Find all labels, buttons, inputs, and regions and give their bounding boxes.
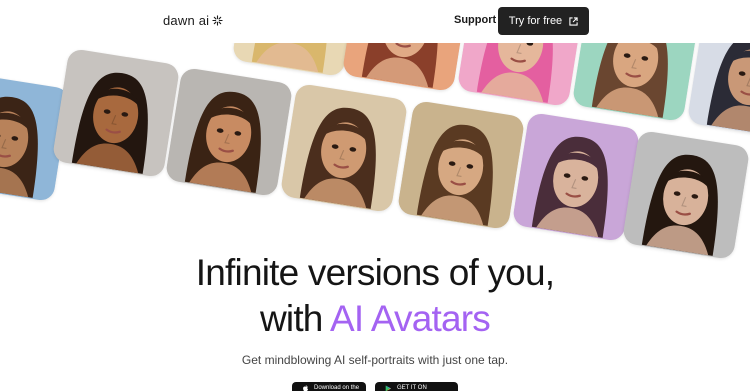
avatar-card [511,111,641,243]
external-link-icon [569,16,578,26]
sparkle-icon [212,15,223,26]
avatar-card [51,47,181,179]
avatar-portrait [511,112,641,242]
avatar-portrait [396,100,526,230]
avatar-portrait [621,130,750,260]
landing-page: dawn ai Support Try for free Infinite ve… [0,0,750,391]
hero-title-accent: AI Avatars [330,298,491,339]
support-link[interactable]: Support [454,14,496,26]
avatar-card [164,66,294,198]
avatar-portrait [279,83,409,213]
app-store-badge[interactable]: Download on the [292,382,366,391]
hero-title-line2: with AI Avatars [0,296,750,342]
avatar-card [396,99,526,231]
hero-title-prefix: with [259,298,331,339]
top-navigation: dawn ai Support Try for free [0,0,750,43]
logo-text: dawn ai [163,13,210,28]
apple-icon [303,385,309,391]
avatar-portrait [164,67,294,197]
try-for-free-button[interactable]: Try for free [498,7,589,35]
avatar-portrait [51,48,181,178]
avatar-card [621,129,750,261]
hero-subtitle: Get mindblowing AI self-portraits with j… [241,353,509,367]
avatar-card [279,82,409,214]
google-play-icon [385,385,392,391]
hero-heading: Infinite versions of you, with AI Avatar… [0,250,750,342]
app-store-text: Download on the [314,385,360,391]
cta-label: Try for free [508,15,563,27]
hero-title-line1: Infinite versions of you, [195,252,555,293]
google-play-text: GET IT ON [397,385,427,391]
google-play-badge[interactable]: GET IT ON [375,382,458,391]
logo[interactable]: dawn ai [163,13,223,28]
